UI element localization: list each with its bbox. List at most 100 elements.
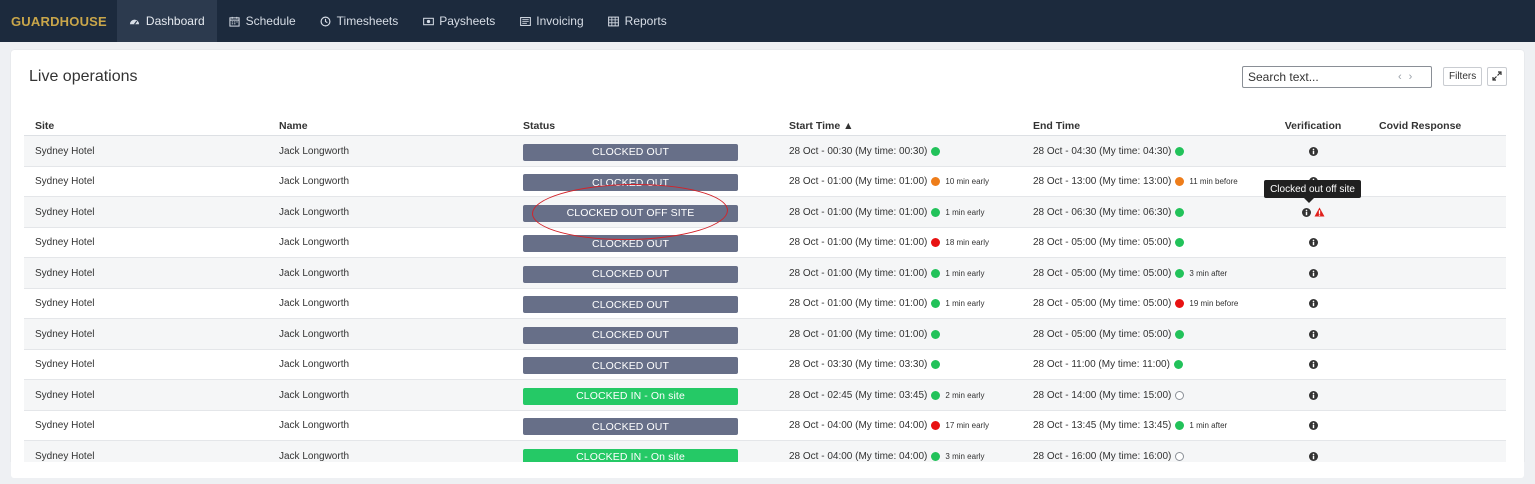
- header-site[interactable]: Site: [35, 120, 54, 132]
- start-note: 2 min early: [945, 390, 985, 400]
- nav-item-schedule[interactable]: Schedule: [217, 0, 308, 42]
- end-status-dot: [1175, 299, 1185, 308]
- info-icon[interactable]: [1308, 451, 1318, 461]
- header-status[interactable]: Status: [523, 120, 555, 132]
- cell-start-time: 28 Oct - 01:00 (My time: 01:00) 1 min ear…: [789, 258, 985, 288]
- cell-start-time: 28 Oct - 04:00 (My time: 04:00) 17 min ea…: [789, 411, 989, 441]
- start-time-text: 28 Oct - 01:00 (My time: 01:00): [789, 298, 928, 309]
- cell-site: Sydney Hotel: [35, 389, 95, 401]
- cell-name: Jack Longworth: [279, 420, 350, 431]
- status-badge[interactable]: CLOCKED OUT: [523, 296, 738, 313]
- end-time-text: 28 Oct - 13:45 (My time: 13:45): [1033, 420, 1172, 431]
- header-start-time[interactable]: Start Time ▲: [789, 120, 853, 132]
- cell-name: Jack Longworth: [279, 359, 350, 370]
- status-badge[interactable]: CLOCKED OUT: [523, 265, 738, 283]
- cell-status: CLOCKED OUT: [523, 228, 738, 258]
- money-icon: [422, 15, 434, 27]
- table-row[interactable]: Sydney Hotel Jack Longworth CLOCKED OUT 28 …: [24, 136, 1506, 167]
- cell-status: CLOCKED OUT: [523, 258, 738, 288]
- status-badge[interactable]: CLOCKED OUT: [523, 235, 738, 252]
- nav-item-invoicing[interactable]: Invoicing: [507, 0, 595, 42]
- expand-button[interactable]: [1487, 67, 1507, 86]
- cell-end-time: 28 Oct - 05:00 (My time: 05:00): [1033, 228, 1185, 258]
- end-time-text: 28 Oct - 14:00 (My time: 15:00): [1033, 389, 1172, 401]
- nav-item-dashboard[interactable]: Dashboard: [116, 0, 217, 42]
- start-note: 1 min early: [945, 207, 985, 217]
- cell-verification: [1278, 411, 1348, 441]
- header-name[interactable]: Name: [279, 120, 308, 132]
- status-badge[interactable]: CLOCKED OUT: [523, 174, 738, 191]
- cell-status: CLOCKED OUT: [523, 167, 738, 197]
- info-icon[interactable]: [1308, 329, 1318, 339]
- search-prev-button[interactable]: ‹: [1398, 71, 1402, 83]
- status-badge[interactable]: CLOCKED OUT OFF SITE: [523, 204, 738, 222]
- status-badge[interactable]: CLOCKED OUT: [523, 143, 738, 161]
- warning-icon[interactable]: [1314, 207, 1325, 217]
- cell-status: CLOCKED OUT: [523, 350, 738, 380]
- filters-button[interactable]: Filters: [1443, 67, 1483, 86]
- end-time-text: 28 Oct - 16:00 (My time: 16:00): [1033, 450, 1172, 462]
- cell-verification: [1278, 350, 1348, 380]
- info-icon[interactable]: [1308, 421, 1318, 430]
- info-icon[interactable]: [1308, 268, 1318, 278]
- search-next-button[interactable]: ›: [1409, 71, 1413, 83]
- table-row[interactable]: Sydney Hotel Jack Longworth CLOCKED OUT 28 …: [24, 258, 1506, 289]
- header-end-time[interactable]: End Time: [1033, 120, 1080, 132]
- end-note: 1 min after: [1189, 421, 1228, 430]
- brand-logo[interactable]: GUARDHOUSE: [0, 0, 117, 42]
- info-icon[interactable]: [1308, 238, 1318, 247]
- table-row[interactable]: Sydney Hotel Jack Longworth CLOCKED IN - O…: [24, 380, 1506, 411]
- status-badge[interactable]: CLOCKED IN - On site: [523, 387, 738, 405]
- start-note: 1 min early: [945, 268, 985, 278]
- table-row[interactable]: Sydney Hotel Jack Longworth CLOCKED OUT 28 …: [24, 319, 1506, 350]
- start-note: 18 min early: [945, 238, 989, 247]
- cell-verification: [1278, 289, 1348, 319]
- end-status-dot: [1175, 451, 1185, 461]
- cell-verification: [1278, 228, 1348, 258]
- cell-start-time: 28 Oct - 01:00 (My time: 01:00) 1 min ear…: [789, 289, 985, 319]
- verification-tooltip: Clocked out off site: [1264, 180, 1361, 198]
- search-input[interactable]: [1248, 70, 1398, 84]
- cell-start-time: 28 Oct - 01:00 (My time: 01:00) 10 min ea…: [789, 167, 989, 197]
- table-row[interactable]: Sydney Hotel Jack Longworth CLOCKED OUT 28 …: [24, 228, 1506, 258]
- header-verification[interactable]: Verification: [1278, 120, 1348, 132]
- tooltip-arrow: [1304, 198, 1314, 203]
- status-badge[interactable]: CLOCKED OUT: [523, 418, 738, 435]
- cell-end-time: 28 Oct - 06:30 (My time: 06:30): [1033, 197, 1185, 227]
- end-time-text: 28 Oct - 11:00 (My time: 11:00): [1033, 359, 1170, 370]
- cell-end-time: 28 Oct - 14:00 (My time: 15:00): [1033, 380, 1185, 410]
- cell-status: CLOCKED OUT: [523, 411, 738, 441]
- header-covid-response[interactable]: Covid Response: [1379, 120, 1461, 132]
- nav-item-label: Timesheets: [336, 14, 399, 28]
- start-note: 3 min early: [945, 451, 985, 461]
- table-row[interactable]: Sydney Hotel Jack Longworth CLOCKED OUT OF…: [24, 197, 1506, 228]
- status-badge[interactable]: CLOCKED OUT: [523, 357, 738, 374]
- table-row[interactable]: Sydney Hotel Jack Longworth CLOCKED OUT 28 …: [24, 350, 1506, 380]
- info-icon[interactable]: [1308, 299, 1318, 308]
- end-time-text: 28 Oct - 06:30 (My time: 06:30): [1033, 206, 1172, 218]
- end-status-dot: [1173, 360, 1183, 369]
- start-time-text: 28 Oct - 01:00 (My time: 01:00): [789, 267, 928, 279]
- end-time-text: 28 Oct - 05:00 (My time: 05:00): [1033, 328, 1172, 340]
- page-title: Live operations: [29, 68, 138, 85]
- nav-item-label: Schedule: [245, 14, 296, 28]
- info-icon[interactable]: [1308, 390, 1318, 400]
- cell-start-time: 28 Oct - 01:00 (My time: 01:00) 18 min ea…: [789, 228, 989, 258]
- tachometer-icon: [129, 15, 141, 27]
- nav-item-paysheets[interactable]: Paysheets: [410, 0, 507, 42]
- start-status-dot: [931, 451, 941, 461]
- info-icon[interactable]: [1308, 360, 1318, 369]
- table-row[interactable]: Sydney Hotel Jack Longworth CLOCKED OUT 28 …: [24, 289, 1506, 319]
- table-row[interactable]: Sydney Hotel Jack Longworth CLOCKED OUT 28 …: [24, 411, 1506, 441]
- status-badge[interactable]: CLOCKED OUT: [523, 326, 738, 344]
- cell-start-time: 28 Oct - 02:45 (My time: 03:45) 2 min ear…: [789, 380, 985, 410]
- start-time-text: 28 Oct - 04:00 (My time: 04:00): [789, 450, 928, 462]
- info-icon[interactable]: [1301, 207, 1311, 217]
- info-icon[interactable]: [1308, 146, 1318, 156]
- cell-end-time: 28 Oct - 04:30 (My time: 04:30): [1033, 136, 1185, 166]
- cell-end-time: 28 Oct - 13:00 (My time: 13:00) 11 min be…: [1033, 167, 1238, 197]
- cell-site: Sydney Hotel: [35, 359, 95, 370]
- cell-site: Sydney Hotel: [35, 206, 95, 218]
- nav-item-reports[interactable]: Reports: [596, 0, 679, 42]
- nav-item-timesheets[interactable]: Timesheets: [308, 0, 411, 42]
